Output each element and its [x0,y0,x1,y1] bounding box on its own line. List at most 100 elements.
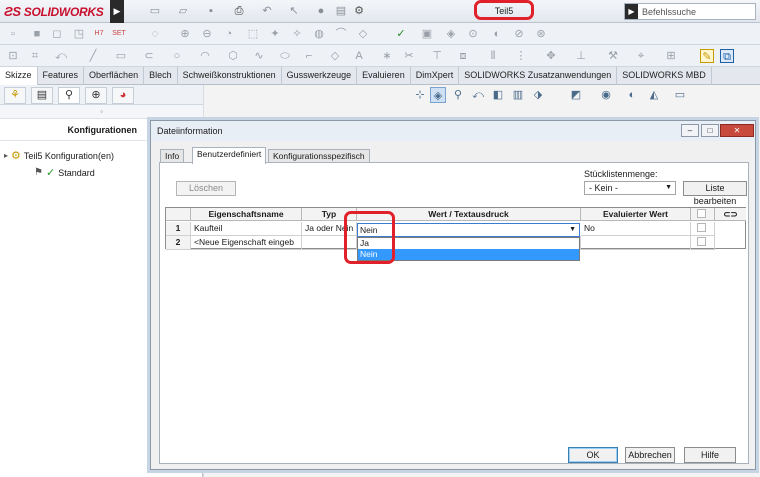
menu-expand-arrow-icon[interactable]: ▶ [110,0,124,23]
tool-icon[interactable]: ◔ [222,27,236,41]
tool-icon[interactable]: ⊛ [534,27,548,41]
fillet-tool-icon[interactable]: ⌐ [302,49,316,63]
appearance-icon[interactable]: ◐ [624,87,640,103]
tree-item-standard[interactable]: ⚑ ✓ Standard [34,166,95,179]
row-checkbox[interactable] [697,223,706,232]
tab-skizze[interactable]: Skizze [0,67,38,85]
ok-button[interactable]: OK [568,447,618,463]
quick-snaps-icon[interactable]: ⊞ [664,49,678,63]
arc-tool-icon[interactable]: ◠ [198,49,212,63]
chevron-down-icon[interactable]: ▼ [569,224,576,236]
ellipse-tool-icon[interactable]: ⬭ [278,49,292,63]
repair-tool-icon[interactable]: ⚒ [606,49,620,63]
solidworks-logo[interactable]: ƧS SOLIDWORKS [4,3,108,20]
row-checkbox[interactable] [697,237,706,246]
stop-icon[interactable]: ■ [30,27,44,41]
tool-icon[interactable]: ◇ [356,27,370,41]
circle-tool-icon[interactable]: ○ [170,49,184,63]
cell-new-property[interactable]: <Neue Eigenschaft eingeb [191,236,302,250]
offset-tool-icon[interactable]: ⧈ [456,49,470,63]
undo-icon[interactable]: ↶ [260,4,274,18]
feature-manager-icon[interactable]: ⚘ [4,87,26,104]
view-settings-monitor-icon[interactable]: ▭ [672,87,688,103]
tab-schweisskonstruktionen[interactable]: Schweißkonstruktionen [178,67,282,85]
file-properties-icon[interactable]: ▤ [334,4,348,18]
new-document-icon[interactable]: ▭ [148,4,162,18]
sketch-tool-icon[interactable]: ▫ [6,27,20,41]
hide-show-icon[interactable]: ◉ [598,87,614,103]
section-view-icon[interactable]: ◧ [490,87,506,103]
tool-icon[interactable]: ◳ [72,27,86,41]
tool-icon[interactable]: ✧ [290,27,304,41]
open-folder-icon[interactable]: ▱ [176,4,190,18]
property-manager-icon[interactable]: ▤ [31,87,53,104]
move-tool-icon[interactable]: ✥ [544,49,558,63]
tab-konfigurationsspezifisch[interactable]: Konfigurationsspezifisch [268,149,370,163]
check-tool-icon[interactable]: ✓ [394,27,408,41]
hole-wizard-icon[interactable]: H7 [92,27,106,41]
edit-list-button[interactable]: Liste bearbeiten [683,181,747,206]
tool-icon[interactable]: ⌒ [334,27,348,41]
polygon-tool-icon[interactable]: ⬡ [226,49,240,63]
tool-icon[interactable]: ◍ [312,27,326,41]
dimxpert-manager-icon[interactable]: ⊕ [85,87,107,104]
tool-icon[interactable]: ⊘ [512,27,526,41]
plane-tool-icon[interactable]: ◇ [328,49,342,63]
print-icon[interactable]: ⎙ [232,4,246,18]
cancel-button[interactable]: Abbrechen [625,447,675,463]
command-search-box[interactable]: ▶ Befehlssuche [624,3,756,20]
pattern-tool-icon[interactable]: ⋮ [514,49,528,63]
options-gear-icon[interactable]: ⚙ [352,4,366,18]
set-icon[interactable]: SET [112,27,126,41]
close-icon[interactable]: ✕ [720,124,754,137]
spline-tool-icon[interactable]: ∿ [252,49,266,63]
display-manager-icon[interactable]: ◕ [112,87,134,104]
tool-icon[interactable]: ⊕ [178,27,192,41]
dynamic-annotation-icon[interactable]: ▥ [510,87,526,103]
tab-evaluieren[interactable]: Evaluieren [357,67,411,85]
zoom-area-icon[interactable]: ⚲ [450,87,466,103]
tool-icon[interactable]: ⬚ [246,27,260,41]
minimize-icon[interactable]: – [681,124,699,137]
tab-zusatzanwendungen[interactable]: SOLIDWORKS Zusatzanwendungen [459,67,618,85]
tab-mbd[interactable]: SOLIDWORKS MBD [617,67,712,85]
rebuild-icon[interactable]: ● [314,4,328,18]
help-button[interactable]: Hilfe [684,447,736,463]
tool-icon[interactable]: ⊖ [200,27,214,41]
tab-info[interactable]: Info [160,149,185,163]
display-style-icon[interactable]: ◩ [568,87,584,103]
zoom-fit-icon[interactable]: ⊹ [412,87,428,103]
tool-icon[interactable]: ✦ [268,27,282,41]
tool-icon[interactable]: ▣ [420,27,434,41]
previous-view-icon[interactable]: ⤺ [470,87,486,103]
cell-property-name[interactable]: Kaufteil [191,222,302,236]
panel-splitter-handle[interactable]: ◦ [0,105,203,119]
select-all-checkbox[interactable] [697,209,706,218]
expand-triangle-icon[interactable]: ▸ [4,151,8,160]
text-tool-icon[interactable]: A [352,49,366,63]
configuration-manager-icon[interactable]: ⚲ [58,87,80,104]
view-cube-icon[interactable]: ◈ [430,87,446,103]
tab-oberflaechen[interactable]: Oberflächen [84,67,145,85]
tool-icon[interactable]: ⌗ [28,49,42,63]
rectangle-tool-icon[interactable]: ▭ [114,49,128,63]
tool-icon[interactable]: ◻ [50,27,64,41]
tool-icon[interactable]: ◌ [148,27,162,41]
tab-gusswerkzeuge[interactable]: Gusswerkzeuge [282,67,358,85]
edit-sketch-icon[interactable]: ✎ [700,49,714,63]
mirror-tool-icon[interactable]: ⫴ [486,49,500,63]
snap-tool-icon[interactable]: ⌖ [634,49,648,63]
scene-icon[interactable]: ◭ [646,87,662,103]
view-orientation-icon[interactable]: ⬗ [530,87,546,103]
tab-dimxpert[interactable]: DimXpert [411,67,460,85]
tab-features[interactable]: Features [38,67,85,85]
delete-button[interactable]: Löschen [176,181,236,196]
relations-tool-icon[interactable]: ⊥ [574,49,588,63]
link-icon[interactable]: ⊂⊃ [715,208,746,221]
tab-benutzerdefiniert[interactable]: Benutzerdefiniert [192,147,267,164]
tab-blech[interactable]: Blech [144,67,178,85]
tool-icon[interactable]: ⤺ [54,49,68,63]
slot-tool-icon[interactable]: ⊂ [142,49,156,63]
tool-icon[interactable]: ⊡ [6,49,20,63]
tree-root[interactable]: ▸ ⚙ Teil5 Konfiguration(en) [4,149,114,162]
